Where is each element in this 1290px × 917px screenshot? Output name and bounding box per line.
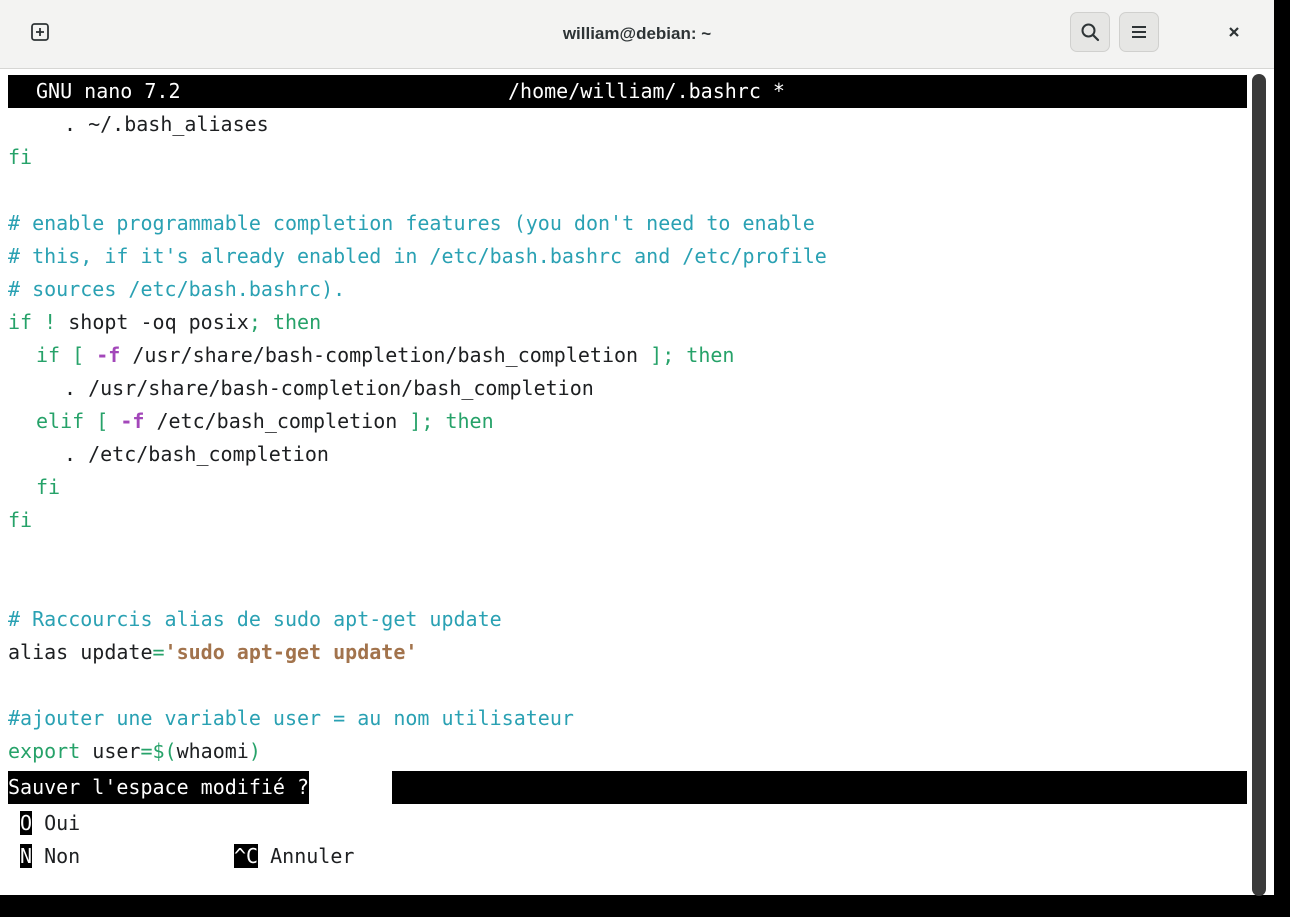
- screen-edge: [1274, 0, 1290, 917]
- code-line-18: alias update='sudo apt-get update': [8, 636, 417, 669]
- code-line-6: # sources /etc/bash.bashrc).: [8, 277, 346, 301]
- path: /etc/bash_completion: [156, 409, 398, 433]
- code-line-1: . ~/.bash_aliases: [64, 112, 269, 136]
- code-line-17: # Raccourcis alias de sudo apt-get updat…: [8, 607, 502, 631]
- code-line-21: export user=$(whaomi): [8, 735, 261, 768]
- operator: ): [248, 739, 261, 763]
- keyword: then: [445, 409, 494, 433]
- prompt-option-no[interactable]: N Non: [20, 840, 80, 873]
- option-label: Oui: [44, 811, 81, 835]
- keyword: if: [36, 343, 61, 367]
- bracket: ];: [409, 409, 434, 433]
- save-prompt-input[interactable]: [392, 771, 1247, 804]
- close-button[interactable]: [1214, 12, 1254, 52]
- bracket: [: [72, 343, 85, 367]
- prompt-option-yes[interactable]: O Oui: [20, 807, 80, 840]
- code-line-5: # this, if it's already enabled in /etc/…: [8, 244, 827, 268]
- new-tab-icon: [31, 23, 49, 41]
- prompt-option-cancel[interactable]: ^C Annuler: [234, 840, 354, 873]
- code-line-7: if ! shopt -oq posix; then: [8, 306, 321, 339]
- code-line-8: if [ -f /usr/share/bash-completion/bash_…: [36, 339, 734, 372]
- code-line-12: fi: [36, 475, 61, 499]
- terminal-window: william@debian: ~ GNU nano 7.2 /home/wil…: [0, 0, 1274, 917]
- terminal-content[interactable]: GNU nano 7.2 /home/william/.bashrc * . ~…: [0, 69, 1274, 917]
- code-line-10: elif [ -f /etc/bash_completion ]; then: [36, 405, 494, 438]
- code-line-2: fi: [8, 145, 33, 169]
- command: alias update: [8, 640, 153, 664]
- search-icon: [1081, 23, 1100, 42]
- nano-version: GNU nano 7.2: [36, 79, 181, 103]
- new-tab-button[interactable]: [20, 12, 60, 52]
- keyword: export: [8, 739, 81, 763]
- bracket: [: [96, 409, 109, 433]
- command: shopt -oq posix: [68, 310, 249, 334]
- option-label: Annuler: [270, 844, 355, 868]
- operator: !: [44, 310, 57, 334]
- save-prompt-question: Sauver l'espace modifié ?: [8, 771, 310, 804]
- hamburger-menu-icon: [1132, 26, 1146, 38]
- shortcut-key: N: [20, 844, 33, 868]
- string-literal: 'sudo apt-get update': [164, 640, 418, 664]
- nano-filename: /home/william/.bashrc *: [508, 79, 785, 103]
- operator: =$(: [140, 739, 177, 763]
- search-button[interactable]: [1070, 12, 1110, 52]
- header-bar: william@debian: ~: [0, 0, 1274, 69]
- keyword: elif: [36, 409, 85, 433]
- code-line-4: # enable programmable completion feature…: [8, 211, 815, 235]
- keyword: then: [686, 343, 735, 367]
- code-line-11: . /etc/bash_completion: [64, 442, 329, 466]
- test-option: -f: [120, 409, 145, 433]
- shortcut-key: ^C: [234, 844, 259, 868]
- keyword: then: [272, 310, 322, 334]
- operator: =: [152, 640, 165, 664]
- shortcut-key: O: [20, 811, 33, 835]
- code-line-9: . /usr/share/bash-completion/bash_comple…: [64, 376, 594, 400]
- code-line-13: fi: [8, 508, 33, 532]
- terminal-bottom-strip: [0, 895, 1274, 917]
- menu-button[interactable]: [1119, 12, 1159, 52]
- operator: ;: [248, 310, 261, 334]
- path: /usr/share/bash-completion/bash_completi…: [132, 343, 639, 367]
- variable: user: [92, 739, 141, 763]
- test-option: -f: [96, 343, 121, 367]
- keyword: if: [8, 310, 33, 334]
- command: whaomi: [176, 739, 249, 763]
- option-label: Non: [44, 844, 81, 868]
- scrollbar[interactable]: [1252, 74, 1266, 896]
- bracket: ];: [650, 343, 675, 367]
- close-icon: [1229, 27, 1239, 37]
- code-line-20: #ajouter une variable user = au nom util…: [8, 706, 574, 730]
